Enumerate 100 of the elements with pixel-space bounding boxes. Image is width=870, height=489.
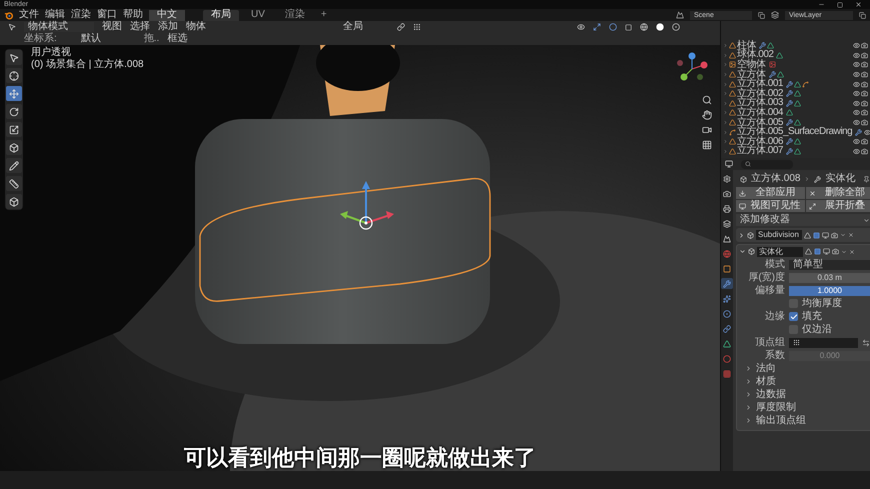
camera-icon[interactable] <box>861 52 868 59</box>
properties-tab[interactable] <box>721 173 733 184</box>
modifier-header[interactable]: 实体化 <box>736 244 870 258</box>
action-button[interactable]: 全部应用 <box>736 187 805 199</box>
subpanel-header[interactable]: 厚度限制 <box>737 401 870 414</box>
thickness-field[interactable]: 0.03 m <box>789 272 870 282</box>
action-button[interactable]: 展开折叠 <box>806 200 870 212</box>
menu-item[interactable]: 编辑 <box>45 10 65 20</box>
eye-icon[interactable] <box>853 80 860 88</box>
orientation-dropdown[interactable]: 默认 <box>80 34 136 44</box>
solid-shading-icon[interactable] <box>656 23 664 31</box>
vertex-group-field[interactable] <box>789 338 858 348</box>
menu-item[interactable]: 选择 <box>130 22 150 32</box>
minimize-icon[interactable] <box>818 1 825 8</box>
tool-button[interactable] <box>6 140 22 155</box>
viewport-icon[interactable] <box>823 248 830 255</box>
pin-icon[interactable] <box>863 176 870 182</box>
add-tab-button[interactable]: + <box>316 10 331 20</box>
cage-icon[interactable] <box>814 248 821 255</box>
workspace-tab[interactable]: 布局 <box>203 10 239 20</box>
search-field[interactable] <box>741 160 793 168</box>
material-shading-icon[interactable] <box>672 23 680 31</box>
modifier-name-field[interactable]: Subdivision <box>756 230 802 240</box>
camera-icon[interactable] <box>861 138 868 146</box>
properties-tab[interactable] <box>721 293 733 304</box>
tool-button[interactable] <box>6 158 22 173</box>
edit-mode-icon[interactable] <box>805 248 812 255</box>
properties-tab[interactable] <box>721 218 733 229</box>
visibility-icon[interactable] <box>577 23 585 31</box>
camera-icon[interactable] <box>861 100 868 107</box>
menu-item[interactable]: 渲染 <box>71 10 91 20</box>
eye-icon[interactable] <box>864 128 870 136</box>
outliner-item[interactable]: 立方体.001 <box>721 79 870 89</box>
outliner-item[interactable]: 球体.002 <box>721 50 870 60</box>
zoom-icon[interactable] <box>702 95 712 105</box>
menu-item[interactable]: 窗口 <box>97 10 117 20</box>
workspace-tab[interactable]: UV <box>243 10 273 20</box>
eye-icon[interactable] <box>853 119 860 126</box>
render-icon[interactable] <box>831 232 838 238</box>
hand-icon[interactable] <box>702 110 712 120</box>
scene-icon[interactable] <box>676 11 684 19</box>
outliner-item[interactable]: 立方体.005_SurfaceDrawing <box>721 127 870 137</box>
menu-item[interactable]: 文件 <box>19 10 39 20</box>
properties-tab[interactable] <box>721 278 733 289</box>
properties-tab[interactable] <box>721 323 733 334</box>
collapsed-chevron-icon[interactable] <box>738 232 745 238</box>
mode-dropdown[interactable]: 简单型 <box>789 260 870 270</box>
camera-icon[interactable] <box>861 148 868 155</box>
eye-icon[interactable] <box>853 90 860 98</box>
grid-icon[interactable] <box>702 140 712 150</box>
layers-icon[interactable] <box>771 11 779 19</box>
properties-tab[interactable] <box>721 188 733 199</box>
workspace-tab[interactable]: 渲染 <box>276 10 313 20</box>
viewport-icon[interactable] <box>822 232 829 238</box>
logo-icon[interactable] <box>4 10 13 20</box>
properties-tab[interactable] <box>721 338 733 349</box>
eye-icon[interactable] <box>853 71 860 78</box>
close-icon[interactable] <box>848 232 854 238</box>
edit-mode-icon[interactable] <box>804 232 811 238</box>
close-icon[interactable] <box>855 1 862 8</box>
outliner-item[interactable]: 立方体.007 <box>721 146 870 156</box>
offset-slider[interactable]: 1.0000 <box>789 286 870 296</box>
properties-tab[interactable] <box>721 308 733 319</box>
eye-icon[interactable] <box>853 42 860 50</box>
menu-item[interactable]: 添加 <box>158 22 178 32</box>
eye-icon[interactable] <box>853 52 860 59</box>
add-modifier-dropdown[interactable]: 添加修改器 <box>736 214 870 226</box>
eye-icon[interactable] <box>853 109 860 116</box>
checkbox[interactable] <box>789 312 798 321</box>
render-icon[interactable] <box>832 248 839 255</box>
wireframe-shading-icon[interactable] <box>640 23 648 31</box>
camera-icon[interactable] <box>861 61 868 68</box>
eye-icon[interactable] <box>853 61 860 68</box>
copy-icon[interactable] <box>859 12 866 18</box>
proportional-icon[interactable] <box>413 23 421 31</box>
camera-icon[interactable] <box>861 90 868 98</box>
camera-icon[interactable] <box>861 109 868 116</box>
action-button[interactable]: 删除全部 <box>806 187 870 199</box>
eye-icon[interactable] <box>853 148 860 155</box>
properties-tab[interactable] <box>721 203 733 214</box>
mode-dropdown[interactable]: 物体模式 <box>24 22 94 32</box>
maximize-icon[interactable] <box>837 2 843 8</box>
camera-icon[interactable] <box>702 125 712 135</box>
outliner-item[interactable]: 立方体 <box>721 70 870 80</box>
properties-tab[interactable] <box>721 263 733 274</box>
camera-icon[interactable] <box>861 42 868 50</box>
dropdown-icon[interactable] <box>840 232 846 238</box>
snap-icon[interactable] <box>397 23 405 31</box>
expanded-chevron-icon[interactable] <box>739 248 746 255</box>
overlay-icon[interactable] <box>609 23 617 31</box>
tool-button[interactable] <box>6 104 22 119</box>
copy-icon[interactable] <box>758 12 765 18</box>
eye-icon[interactable] <box>853 100 860 107</box>
modifier-name-field[interactable]: 实体化 <box>757 246 803 256</box>
tool-button[interactable] <box>6 194 22 209</box>
properties-tab[interactable] <box>721 233 733 244</box>
editor-type-icon[interactable] <box>725 160 733 168</box>
cage-icon[interactable] <box>813 232 820 238</box>
tool-button[interactable] <box>6 86 22 101</box>
eye-icon[interactable] <box>853 138 860 146</box>
